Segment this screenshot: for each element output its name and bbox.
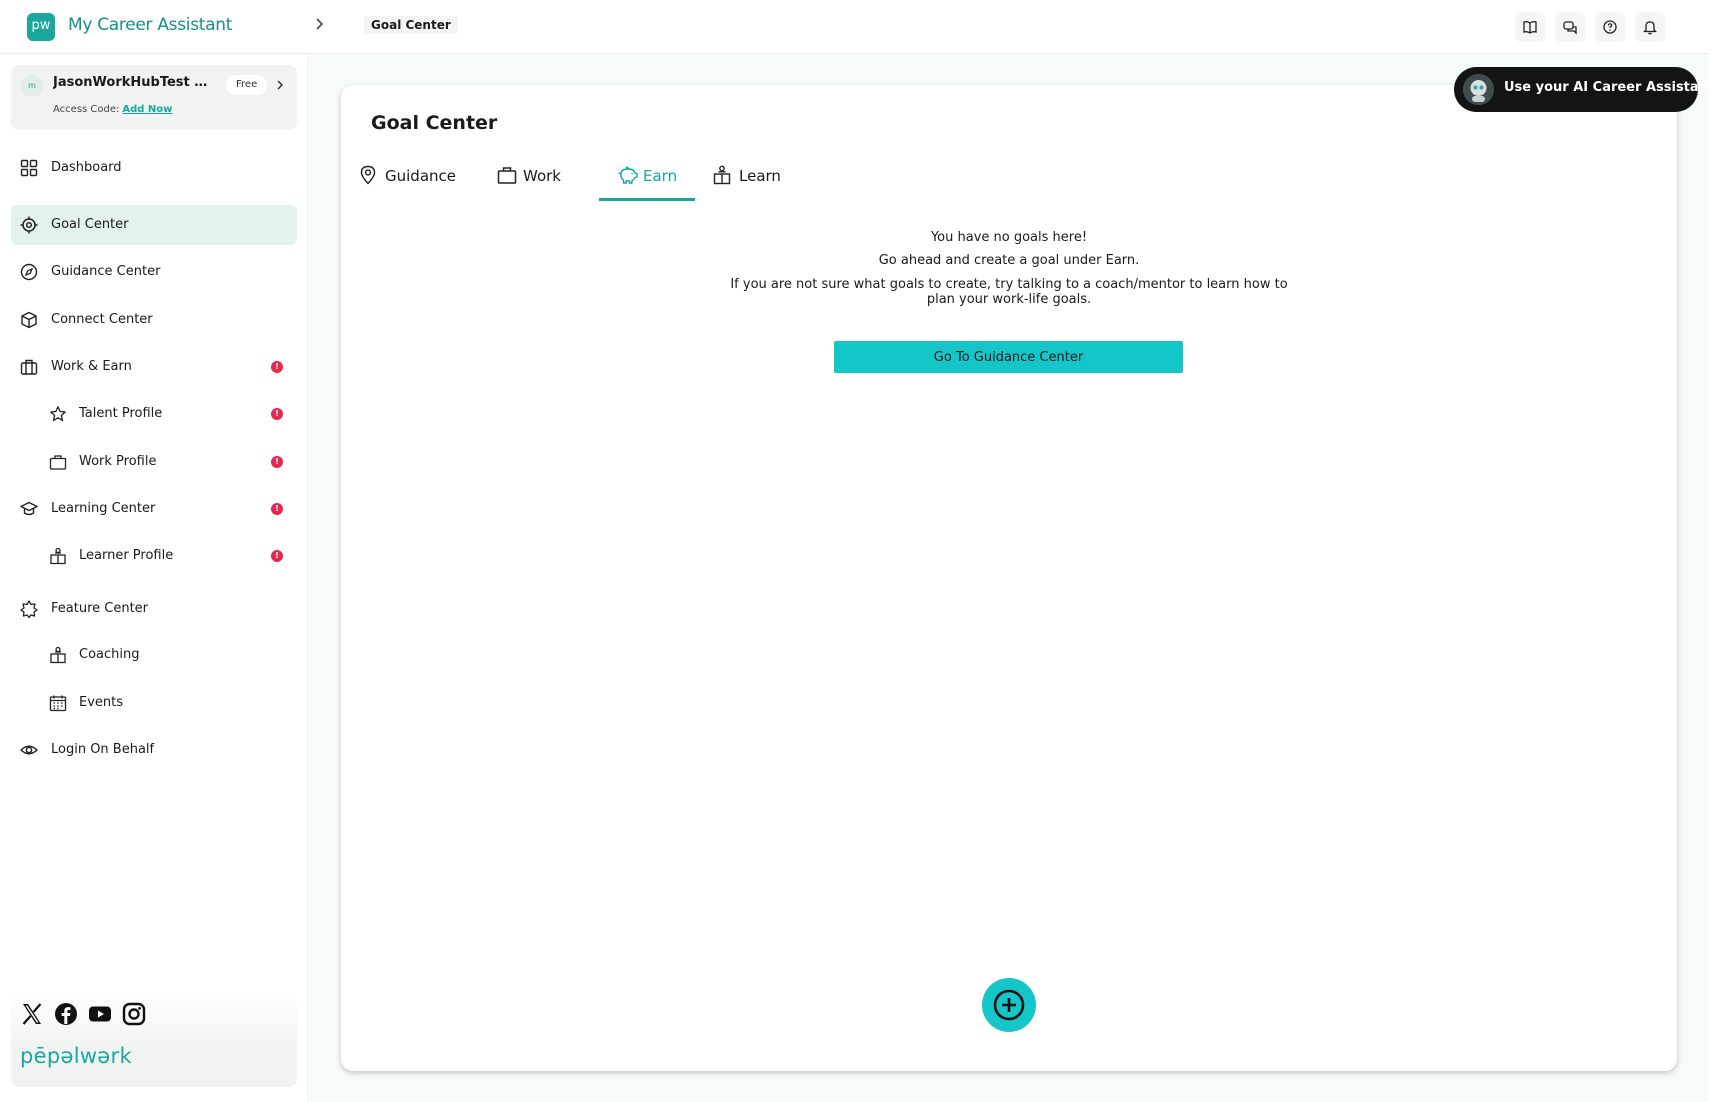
tab-work[interactable]: Work xyxy=(479,153,577,201)
calendar-icon xyxy=(49,694,67,712)
user-name: JasonWorkHubTest Leib... xyxy=(53,75,213,90)
sidebar-item-feature-center[interactable]: Feature Center xyxy=(11,589,297,629)
alert-badge: ! xyxy=(271,550,283,562)
access-code-label: Access Code: xyxy=(53,104,120,115)
plan-badge: Free xyxy=(226,75,268,95)
top-bar: pw My Career Assistant Goal Center xyxy=(0,0,1708,54)
sidebar-footer: pēpəlwərk xyxy=(11,989,297,1087)
alert-badge: ! xyxy=(271,361,283,373)
sidebar-item-label: Dashboard xyxy=(51,160,122,175)
scrollbar-track[interactable] xyxy=(1708,0,1722,1102)
empty-state-subheading: Go ahead and create a goal under Earn. xyxy=(878,253,1140,268)
briefcase-icon xyxy=(20,358,38,376)
eye-icon xyxy=(20,741,38,759)
app-title[interactable]: My Career Assistant xyxy=(68,15,232,35)
user-card[interactable]: m JasonWorkHubTest Leib... Free Access C… xyxy=(11,65,297,130)
empty-state-hint: If you are not sure what goals to create… xyxy=(730,277,1288,307)
sidebar-item-coaching[interactable]: Coaching xyxy=(11,635,297,675)
help-icon[interactable] xyxy=(1595,12,1625,42)
sidebar-item-label: Learner Profile xyxy=(79,548,174,563)
avatar: m xyxy=(21,75,43,97)
empty-state-heading: You have no goals here! xyxy=(930,230,1088,245)
sidebar-item-events[interactable]: Events xyxy=(11,683,297,723)
sidebar-item-label: Coaching xyxy=(79,647,140,662)
bell-icon[interactable] xyxy=(1635,12,1665,42)
sidebar-item-label: Guidance Center xyxy=(51,264,161,279)
learner-icon xyxy=(713,165,731,185)
breadcrumb-current: Goal Center xyxy=(364,16,458,34)
plus-circle-icon xyxy=(992,988,1026,1022)
facebook-icon[interactable] xyxy=(54,1002,78,1026)
tab-label: Work xyxy=(523,167,561,185)
tab-earn[interactable]: Earn xyxy=(599,153,695,201)
sidebar-item-label: Learning Center xyxy=(51,501,156,516)
ai-career-assistant-button[interactable]: Use your AI Career Assistant xyxy=(1454,67,1714,112)
sidebar-item-label: Work & Earn xyxy=(51,359,132,374)
sidebar-item-label: Connect Center xyxy=(51,312,153,327)
sidebar-item-dashboard[interactable]: Dashboard xyxy=(11,148,297,188)
tab-label: Guidance xyxy=(385,167,456,185)
sidebar-item-goal-center[interactable]: Goal Center xyxy=(11,205,297,245)
chevron-right-icon[interactable] xyxy=(275,79,285,91)
app-logo[interactable]: pw xyxy=(27,13,55,41)
tab-learn[interactable]: Learn xyxy=(695,153,795,201)
brand-logo[interactable]: pēpəlwərk xyxy=(20,1044,132,1068)
ai-assistant-label: Use your AI Career Assistant xyxy=(1504,80,1715,95)
sidebar-item-work-earn[interactable]: Work & Earn ! xyxy=(11,347,297,387)
sidebar-item-learner-profile[interactable]: Learner Profile ! xyxy=(11,536,297,576)
goal-center-panel: Goal Center Guidance Work Earn Learn You… xyxy=(341,85,1677,1071)
sidebar-item-label: Goal Center xyxy=(51,217,129,232)
sidebar-item-label: Work Profile xyxy=(79,454,157,469)
sidebar-item-login-on-behalf[interactable]: Login On Behalf xyxy=(11,730,297,770)
go-to-guidance-center-button[interactable]: Go To Guidance Center xyxy=(834,341,1183,373)
sidebar-item-learning-center[interactable]: Learning Center ! xyxy=(11,489,297,529)
chat-icon[interactable] xyxy=(1555,12,1585,42)
work-bag-icon xyxy=(49,453,67,471)
add-now-link[interactable]: Add Now xyxy=(122,104,172,115)
page-title: Goal Center xyxy=(371,112,498,134)
learner-icon xyxy=(49,547,67,565)
sidebar-item-connect-center[interactable]: Connect Center xyxy=(11,300,297,340)
book-icon[interactable] xyxy=(1515,12,1545,42)
add-goal-button[interactable] xyxy=(982,978,1036,1032)
work-bag-icon xyxy=(497,165,517,185)
sidebar: m JasonWorkHubTest Leib... Free Access C… xyxy=(0,54,309,1102)
alert-badge: ! xyxy=(271,408,283,420)
alert-badge: ! xyxy=(271,456,283,468)
sidebar-item-work-profile[interactable]: Work Profile ! xyxy=(11,442,297,482)
sidebar-item-label: Events xyxy=(79,695,124,710)
youtube-icon[interactable] xyxy=(88,1002,112,1026)
robot-avatar-icon xyxy=(1463,74,1494,105)
coaching-icon xyxy=(49,646,67,664)
sidebar-item-label: Login On Behalf xyxy=(51,742,155,757)
instagram-icon[interactable] xyxy=(122,1002,146,1026)
star-icon xyxy=(49,405,67,423)
access-code: Access Code: Add Now xyxy=(53,104,172,115)
compass-icon xyxy=(20,263,38,281)
chevron-right-icon[interactable] xyxy=(313,17,325,31)
pin-icon xyxy=(359,165,377,185)
x-icon[interactable] xyxy=(20,1002,44,1026)
sidebar-item-label: Feature Center xyxy=(51,601,149,616)
alert-badge: ! xyxy=(271,503,283,515)
cube-icon xyxy=(20,311,38,329)
tab-label: Earn xyxy=(643,167,678,185)
target-icon xyxy=(20,216,38,234)
grid-icon xyxy=(20,159,38,177)
badge-star-icon xyxy=(20,600,38,618)
tab-label: Learn xyxy=(739,167,781,185)
sidebar-item-talent-profile[interactable]: Talent Profile ! xyxy=(11,394,297,434)
graduation-cap-icon xyxy=(20,500,38,518)
piggy-bank-icon xyxy=(617,165,639,185)
sidebar-item-label: Talent Profile xyxy=(79,406,163,421)
tab-guidance[interactable]: Guidance xyxy=(341,153,479,201)
sidebar-item-guidance-center[interactable]: Guidance Center xyxy=(11,252,297,292)
